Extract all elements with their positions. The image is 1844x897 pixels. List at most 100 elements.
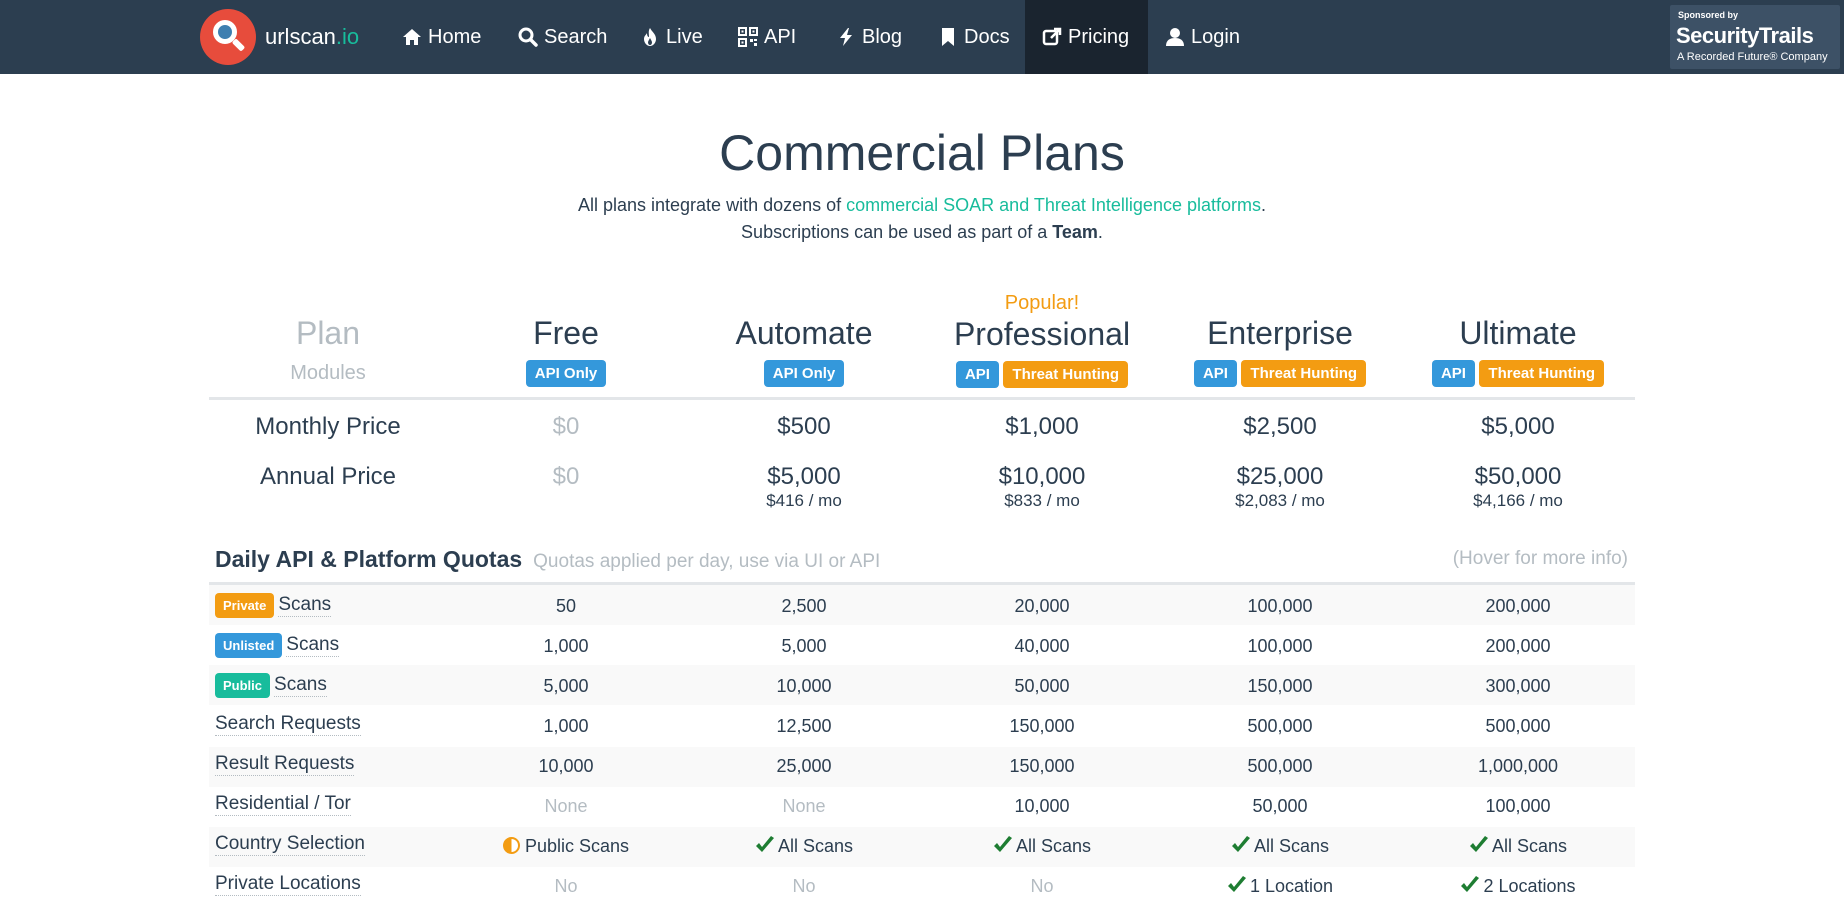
annual-price-ultimate: $50,000 $4,166 / mo bbox=[1473, 463, 1563, 510]
plan-ultimate-header: Ultimate API Threat Hunting bbox=[1399, 315, 1637, 387]
annual-price-professional: $10,000 $833 / mo bbox=[998, 463, 1086, 510]
quota-cell: 10,000 bbox=[538, 756, 594, 776]
quota-cell: 10,000 bbox=[1014, 796, 1070, 816]
user-icon bbox=[1166, 28, 1184, 46]
check-icon bbox=[1231, 836, 1250, 852]
quota-row-label[interactable]: Private Locations bbox=[215, 873, 361, 896]
home-icon bbox=[403, 29, 421, 45]
module-badge: API bbox=[1431, 360, 1475, 387]
module-badge: API Only bbox=[763, 360, 845, 387]
fire-icon bbox=[644, 28, 656, 46]
quota-cell: 50 bbox=[555, 596, 577, 616]
plan-free-header: Free API Only bbox=[447, 315, 685, 387]
quota-row-label[interactable]: Country Selection bbox=[215, 833, 365, 856]
lead-team: Subscriptions can be used as part of a T… bbox=[741, 222, 1103, 242]
plan-label-column: Plan Modules bbox=[290, 315, 366, 384]
sponsor-banner[interactable]: Sponsored by SecurityTrails A Recorded F… bbox=[1670, 5, 1840, 69]
check-icon bbox=[1469, 836, 1488, 852]
quota-cell: 5,000 bbox=[781, 636, 827, 656]
quota-cell: 1,000 bbox=[543, 716, 589, 736]
hover-info: (Hover for more info) bbox=[1452, 548, 1628, 569]
quota-cell: 5,000 bbox=[543, 676, 589, 696]
search-icon bbox=[518, 27, 538, 47]
quota-cell: 1,000 bbox=[543, 636, 589, 656]
quota-cell: Public Scans bbox=[447, 836, 685, 857]
external-link-icon bbox=[1042, 27, 1062, 46]
team-link[interactable]: Team bbox=[1052, 222, 1098, 242]
check-icon bbox=[993, 836, 1012, 852]
bolt-icon bbox=[840, 28, 852, 46]
quota-row-label[interactable]: Search Requests bbox=[215, 713, 361, 736]
quota-cell: All Scans bbox=[1161, 836, 1399, 857]
quota-row-label[interactable]: Residential / Tor bbox=[215, 793, 351, 816]
module-badge: API bbox=[955, 361, 999, 388]
nav-api[interactable]: API bbox=[738, 0, 796, 74]
nav-docs[interactable]: Docs bbox=[938, 0, 1010, 74]
quota-cell: 10,000 bbox=[776, 676, 832, 696]
navbar: urlscan.io Home Search Live API Blog Doc… bbox=[0, 0, 1844, 74]
nav-search[interactable]: Search bbox=[518, 0, 607, 74]
plan-professional-header: Popular! Professional API Threat Hunting bbox=[923, 292, 1161, 388]
annual-price-free: $0 bbox=[552, 463, 580, 490]
quota-cell: 50,000 bbox=[1252, 796, 1308, 816]
monthly-price-free: $0 bbox=[552, 413, 580, 440]
quota-cell: 1,000,000 bbox=[1477, 756, 1559, 776]
plan-automate-header: Automate API Only bbox=[685, 315, 923, 387]
quota-row-label[interactable]: Unlisted Scans bbox=[215, 633, 340, 658]
monthly-price-ultimate: $5,000 bbox=[1481, 413, 1555, 440]
quota-cell: 50,000 bbox=[1014, 676, 1070, 696]
nav-pricing[interactable]: Pricing bbox=[1025, 0, 1148, 74]
module-badge: API bbox=[1193, 360, 1237, 387]
lead-integrations: All plans integrate with dozens of comme… bbox=[577, 195, 1266, 215]
monthly-price-automate: $500 bbox=[777, 413, 831, 440]
monthly-price-enterprise: $2,500 bbox=[1243, 413, 1317, 440]
quota-row-label[interactable]: Private Scans bbox=[215, 593, 332, 618]
quota-cell: 2,500 bbox=[781, 596, 827, 616]
nav-login[interactable]: Login bbox=[1165, 0, 1240, 74]
quota-row-label[interactable]: Result Requests bbox=[215, 753, 355, 776]
quota-row-label[interactable]: Public Scans bbox=[215, 673, 327, 698]
nav-blog[interactable]: Blog bbox=[836, 0, 902, 74]
quota-cell: 150,000 bbox=[1009, 716, 1075, 736]
quota-cell: 150,000 bbox=[1009, 756, 1075, 776]
quota-cell: 100,000 bbox=[1247, 636, 1313, 656]
quota-cell: 100,000 bbox=[1247, 596, 1313, 616]
visibility-badge: Unlisted bbox=[215, 633, 283, 658]
quota-cell: 40,000 bbox=[1014, 636, 1070, 656]
divider bbox=[209, 397, 1635, 400]
module-badge: Threat Hunting bbox=[1479, 360, 1605, 387]
popular-label: Popular! bbox=[1004, 292, 1080, 314]
nav-home[interactable]: Home bbox=[402, 0, 481, 74]
module-badge: Threat Hunting bbox=[1003, 361, 1129, 388]
quota-cell: None bbox=[782, 796, 826, 816]
quota-cell: 500,000 bbox=[1485, 716, 1551, 736]
quota-cell: All Scans bbox=[685, 836, 923, 857]
quota-cell: 100,000 bbox=[1485, 796, 1551, 816]
quota-cell: 500,000 bbox=[1247, 716, 1313, 736]
quota-cell: 300,000 bbox=[1485, 676, 1551, 696]
quotas-heading: Daily API & Platform Quotas Quotas appli… bbox=[215, 546, 881, 572]
half-circle-icon bbox=[502, 837, 520, 854]
urlscan-logo-icon bbox=[200, 9, 256, 65]
check-icon bbox=[1461, 876, 1480, 892]
quota-cell: 500,000 bbox=[1247, 756, 1313, 776]
quota-cell: 200,000 bbox=[1485, 596, 1551, 616]
quota-cell: 20,000 bbox=[1014, 596, 1070, 616]
monthly-price-label: Monthly Price bbox=[255, 413, 401, 440]
annual-price-label: Annual Price bbox=[259, 463, 397, 490]
quota-cell: 12,500 bbox=[776, 716, 832, 736]
bookmark-icon bbox=[942, 28, 954, 46]
nav-live[interactable]: Live bbox=[640, 0, 703, 74]
module-badge: Threat Hunting bbox=[1241, 360, 1367, 387]
brand-name: urlscan.io bbox=[265, 24, 360, 49]
quota-cell: All Scans bbox=[1399, 836, 1637, 857]
quota-cell: All Scans bbox=[923, 836, 1161, 857]
page-title: Commercial Plans bbox=[719, 125, 1125, 181]
plan-enterprise-header: Enterprise API Threat Hunting bbox=[1161, 315, 1399, 387]
qrcode-icon bbox=[738, 27, 758, 47]
check-icon bbox=[1227, 876, 1246, 892]
quota-cell: 25,000 bbox=[776, 756, 832, 776]
soar-platforms-link[interactable]: commercial SOAR and Threat Intelligence … bbox=[846, 195, 1261, 215]
monthly-price-professional: $1,000 bbox=[1005, 413, 1079, 440]
brand-link[interactable]: urlscan.io bbox=[200, 9, 359, 65]
